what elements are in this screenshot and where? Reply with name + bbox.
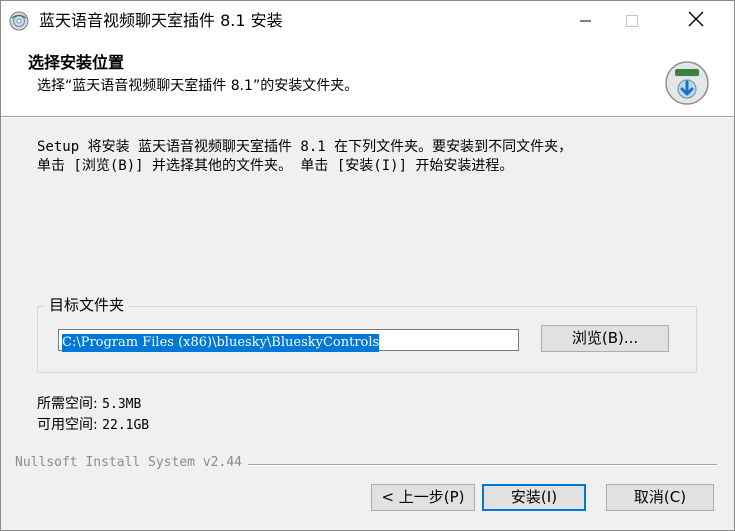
header-divider bbox=[1, 116, 734, 118]
minimize-button[interactable] bbox=[563, 1, 609, 41]
intro-line: Setup 将安装 蓝天语音视频聊天室插件 8.1 在下列文件夹。要安装到不同文… bbox=[37, 139, 573, 155]
install-button[interactable]: 安装(I) bbox=[482, 484, 586, 511]
title-bar[interactable]: 蓝天语音视频聊天室插件 8.1 安装 bbox=[1, 1, 734, 41]
space-required-value: 5.3MB bbox=[102, 397, 142, 412]
install-disk-icon bbox=[663, 59, 711, 107]
destination-path-value: C:\Program Files (x86)\bluesky\BlueskyCo… bbox=[62, 334, 380, 352]
branding-text: Nullsoft Install System v2.44 bbox=[15, 454, 248, 472]
browse-button[interactable]: 浏览(B)... bbox=[541, 325, 669, 352]
destination-path-input[interactable]: C:\Program Files (x86)\bluesky\BlueskyCo… bbox=[58, 329, 519, 352]
space-available-value: 22.1GB bbox=[102, 418, 150, 433]
space-info: 所需空间: 5.3MB 可用空间: 22.1GB bbox=[37, 394, 149, 436]
header-panel: 选择安装位置 选择“蓝天语音视频聊天室插件 8.1”的安装文件夹。 bbox=[1, 41, 734, 116]
maximize-button[interactable] bbox=[609, 1, 655, 41]
destination-group-label: 目标文件夹 bbox=[45, 296, 129, 314]
close-button[interactable] bbox=[673, 1, 719, 41]
intro-line: 单击 [浏览(B)] 并选择其他的文件夹。 单击 [安装(I)] 开始安装进程。 bbox=[37, 158, 514, 174]
back-button[interactable]: < 上一步(P) bbox=[371, 484, 475, 511]
space-required-label: 所需空间: bbox=[37, 396, 98, 412]
page-subtitle: 选择“蓝天语音视频聊天室插件 8.1”的安装文件夹。 bbox=[37, 78, 359, 94]
installer-disc-icon bbox=[9, 11, 29, 31]
close-icon bbox=[688, 11, 704, 31]
maximize-icon bbox=[626, 12, 638, 31]
cancel-button[interactable]: 取消(C) bbox=[606, 484, 714, 511]
page-title: 选择安装位置 bbox=[28, 53, 125, 72]
space-available-label: 可用空间: bbox=[37, 417, 98, 433]
minimize-icon bbox=[580, 12, 592, 31]
installer-window: 蓝天语音视频聊天室插件 8.1 安装 选择安装位置 选择“蓝天语音视频聊天室插件… bbox=[0, 0, 735, 531]
window-title: 蓝天语音视频聊天室插件 8.1 安装 bbox=[39, 11, 283, 30]
intro-text: Setup 将安装 蓝天语音视频聊天室插件 8.1 在下列文件夹。要安装到不同文… bbox=[37, 138, 717, 176]
space-available: 可用空间: 22.1GB bbox=[37, 415, 149, 436]
space-required: 所需空间: 5.3MB bbox=[37, 394, 149, 415]
